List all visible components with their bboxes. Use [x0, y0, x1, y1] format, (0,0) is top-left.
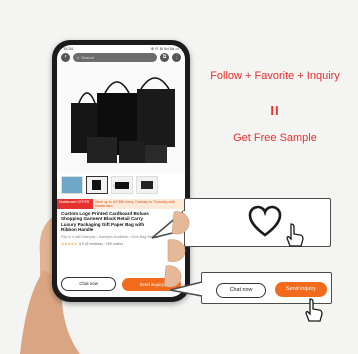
- canvas: 15:34 ⊕ ⊙ ⊚ 5d 5d ▭ ‹ ⌕ Search ⧉ ⋮ Maste…: [0, 0, 358, 354]
- hand-fingers: [163, 211, 190, 288]
